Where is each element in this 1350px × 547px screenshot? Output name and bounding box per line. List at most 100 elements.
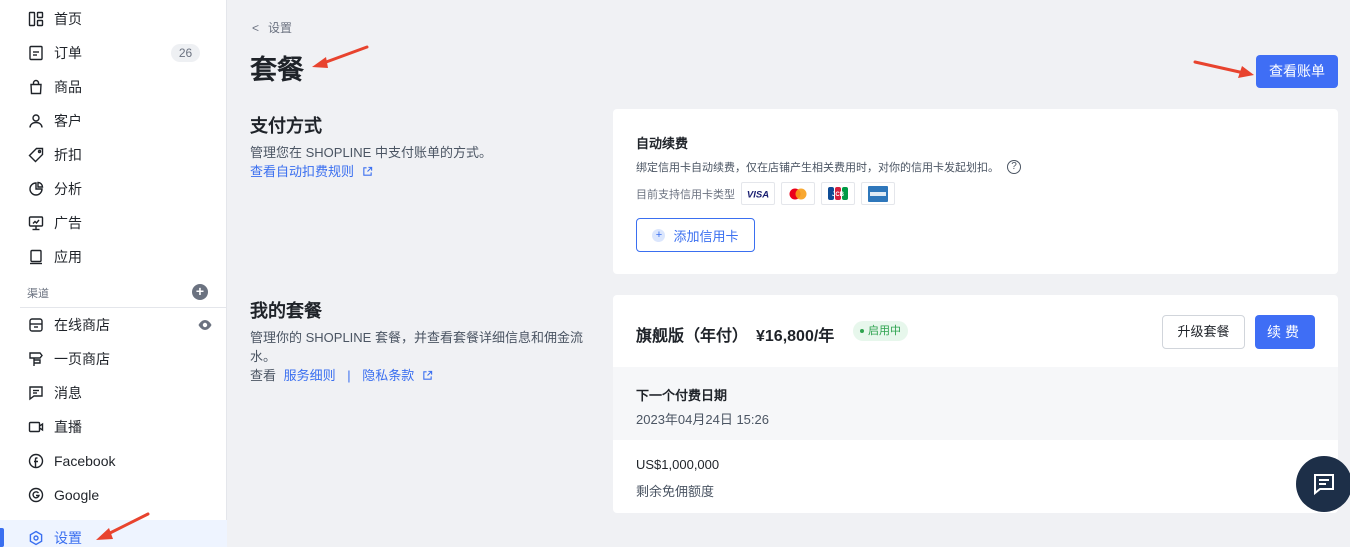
sidebar-item-messages[interactable]: 消息 xyxy=(28,379,213,407)
sidebar-item-label: 折扣 xyxy=(54,147,82,163)
channels-section-label: 渠道 xyxy=(27,288,49,300)
sidebar-item-live[interactable]: 直播 xyxy=(28,413,213,441)
svg-text:JCB: JCB xyxy=(832,192,845,198)
page-title: 套餐 xyxy=(250,55,304,85)
plan-name: 旗舰版（年付） xyxy=(636,328,749,345)
breadcrumb-label: 设置 xyxy=(268,21,293,35)
sidebar-item-label: 首页 xyxy=(54,11,82,27)
sidebar-item-facebook[interactable]: Facebook xyxy=(28,447,213,475)
sidebar-item-label: 在线商店 xyxy=(54,317,110,333)
auto-renew-card: 自动续费 绑定信用卡自动续费，仅在店铺产生相关费用时，对你的信用卡发起划扣。 ?… xyxy=(613,109,1338,274)
help-icon[interactable]: ? xyxy=(1007,160,1021,174)
sidebar-item-online-store[interactable]: 在线商店 xyxy=(28,311,213,339)
service-terms-link[interactable]: 服务细则 xyxy=(284,368,336,383)
auto-renew-desc-text: 绑定信用卡自动续费，仅在店铺产生相关费用时，对你的信用卡发起划扣。 xyxy=(636,162,999,174)
plan-description: 管理你的 SHOPLINE 套餐，并查看套餐详细信息和佣金流水。 xyxy=(250,330,583,364)
add-channel-icon[interactable]: + xyxy=(192,284,208,300)
signpost-icon xyxy=(28,351,44,367)
sidebar-item-label: Facebook xyxy=(54,453,116,469)
sidebar-item-label: Google xyxy=(54,487,100,503)
pie-chart-icon xyxy=(28,181,44,197)
next-payment-label: 下一个付费日期 xyxy=(636,388,728,403)
svg-text:VISA: VISA xyxy=(747,189,769,199)
amex-logo-icon xyxy=(861,182,895,205)
chat-icon xyxy=(1314,474,1334,496)
plan-section-desc: 管理你的 SHOPLINE 套餐，并查看套餐详细信息和佣金流水。 查看 服务细则… xyxy=(250,328,595,385)
sidebar-item-apps[interactable]: 应用 xyxy=(28,243,213,271)
plan-header: 旗舰版（年付） ¥16,800/年 启用中 升级套餐 续费 xyxy=(613,295,1338,367)
sidebar-item-customers[interactable]: 客户 xyxy=(28,107,213,135)
plan-card: 旗舰版（年付） ¥16,800/年 启用中 升级套餐 续费 下一个付费日期 20… xyxy=(613,295,1338,513)
message-icon xyxy=(28,385,44,401)
payment-section-desc: 管理您在 SHOPLINE 中支付账单的方式。 查看自动扣费规则 xyxy=(250,143,590,181)
sidebar-item-products[interactable]: 商品 xyxy=(28,73,213,101)
eye-icon[interactable] xyxy=(197,317,213,333)
link-separator: | xyxy=(347,368,351,383)
active-item-indicator xyxy=(0,528,4,547)
payment-description: 管理您在 SHOPLINE 中支付账单的方式。 xyxy=(250,145,492,160)
sidebar-item-orders[interactable]: 订单 26 xyxy=(28,39,213,67)
orders-count-badge: 26 xyxy=(171,44,200,62)
sidebar-item-google[interactable]: Google xyxy=(28,481,213,509)
external-link-icon xyxy=(423,370,433,380)
jcb-logo-icon: JCB xyxy=(821,182,855,205)
sidebar-item-label: 直播 xyxy=(54,419,82,435)
sidebar-item-label: 一页商店 xyxy=(54,351,110,367)
status-label: 启用中 xyxy=(868,325,901,337)
add-credit-card-label: 添加信用卡 xyxy=(673,228,739,244)
auto-renew-desc: 绑定信用卡自动续费，仅在店铺产生相关费用时，对你的信用卡发起划扣。 ? xyxy=(636,159,1021,175)
commission-label: 剩余免佣额度 xyxy=(636,484,715,499)
sidebar-item-discounts[interactable]: 折扣 xyxy=(28,141,213,169)
upgrade-plan-button[interactable]: 升级套餐 xyxy=(1162,315,1245,349)
annotation-arrow-settings xyxy=(96,512,150,540)
status-badge: 启用中 xyxy=(853,321,908,341)
settings-icon xyxy=(28,530,44,546)
supported-cards-label: 目前支持信用卡类型 xyxy=(636,188,735,201)
chat-support-button[interactable] xyxy=(1296,456,1350,512)
next-payment-value: 2023年04月24日 15:26 xyxy=(636,412,769,427)
breadcrumb[interactable]: < 设置 xyxy=(252,19,292,36)
view-prefix: 查看 xyxy=(250,368,277,383)
sidebar-item-label: 订单 xyxy=(54,45,82,61)
add-credit-card-button[interactable]: + 添加信用卡 xyxy=(636,218,755,252)
sidebar-item-label: 设置 xyxy=(54,530,82,546)
annotation-arrow-bill xyxy=(1193,60,1254,78)
store-icon xyxy=(28,317,44,333)
sidebar-item-one-page-store[interactable]: 一页商店 xyxy=(28,345,213,373)
view-bill-button[interactable]: 查看账单 xyxy=(1256,55,1338,88)
video-icon xyxy=(28,419,44,435)
renew-button[interactable]: 续费 xyxy=(1255,315,1315,349)
tag-icon xyxy=(28,147,44,163)
order-icon xyxy=(28,45,44,61)
google-icon xyxy=(28,487,44,503)
chevron-left-icon: < xyxy=(252,20,260,35)
user-icon xyxy=(28,113,44,129)
commission-amount: US$1,000,000 xyxy=(636,457,720,472)
plan-section-title: 我的套餐 xyxy=(250,301,322,321)
auto-deduct-rules-link[interactable]: 查看自动扣费规则 xyxy=(250,164,354,179)
next-payment-row: 下一个付费日期 2023年04月24日 15:26 xyxy=(613,367,1338,440)
privacy-terms-link[interactable]: 隐私条款 xyxy=(362,368,414,383)
mastercard-logo-icon xyxy=(781,182,815,205)
annotation-arrow-title xyxy=(312,45,369,68)
sidebar-item-home[interactable]: 首页 xyxy=(28,5,213,33)
ad-monitor-icon xyxy=(28,215,44,231)
sidebar-item-label: 广告 xyxy=(54,215,82,231)
external-link-icon xyxy=(362,166,372,176)
sidebar-item-ads[interactable]: 广告 xyxy=(28,209,213,237)
sidebar: 首页 订单 26 商品 客户 折扣 分析 广告 应用 渠道 + 在线商店 一页商… xyxy=(0,0,227,547)
sidebar-item-label: 消息 xyxy=(54,385,82,401)
sidebar-item-label: 应用 xyxy=(54,249,82,265)
sidebar-item-label: 分析 xyxy=(54,181,82,197)
payment-section-title: 支付方式 xyxy=(250,116,322,136)
auto-renew-title: 自动续费 xyxy=(636,136,689,151)
dashboard-icon xyxy=(28,11,44,27)
facebook-icon xyxy=(28,453,44,469)
status-dot-icon xyxy=(860,329,864,333)
sidebar-item-analytics[interactable]: 分析 xyxy=(28,175,213,203)
sidebar-item-label: 商品 xyxy=(54,79,82,95)
sidebar-item-label: 客户 xyxy=(54,113,82,129)
plus-icon: + xyxy=(652,228,666,242)
sidebar-divider xyxy=(20,307,227,308)
supported-cards: 目前支持信用卡类型 VISA JCB xyxy=(636,182,895,205)
